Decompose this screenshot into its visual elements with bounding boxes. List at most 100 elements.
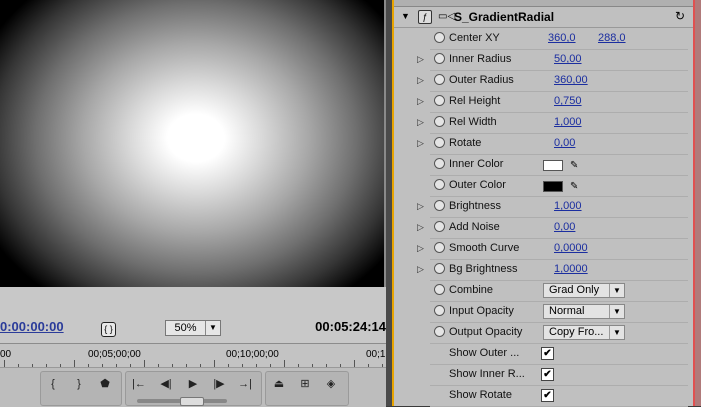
param-row: Input Opacity Normal ▼ bbox=[394, 301, 693, 323]
chevron-down-icon: ▼ bbox=[205, 321, 220, 335]
param-row: Show Outer ... ✔ bbox=[394, 343, 693, 365]
stopwatch-icon[interactable] bbox=[434, 137, 445, 148]
program-monitor: 0:00:00:00 { } 50% ▼ 00:05:24:14 00 00;0… bbox=[0, 0, 386, 407]
param-row: Combine Grad Only ▼ bbox=[394, 280, 693, 302]
expand-triangle-icon[interactable]: ▷ bbox=[417, 201, 424, 212]
param-select[interactable]: Grad Only ▼ bbox=[543, 283, 625, 298]
param-name: Brightness bbox=[449, 200, 501, 212]
expand-triangle-icon[interactable]: ▷ bbox=[417, 243, 424, 254]
stopwatch-icon[interactable] bbox=[434, 116, 445, 127]
stopwatch-icon[interactable] bbox=[434, 179, 445, 190]
param-name: Show Inner R... bbox=[449, 368, 525, 380]
param-row: ▷ Add Noise 0,00 bbox=[394, 217, 693, 239]
param-name: Show Rotate bbox=[449, 389, 512, 401]
param-row: Outer Color ✎ bbox=[394, 175, 693, 197]
param-row: ▷ Bg Brightness 1,0000 bbox=[394, 259, 693, 281]
expand-triangle-icon[interactable]: ▷ bbox=[417, 222, 424, 233]
go-to-in-icon[interactable]: |← bbox=[128, 373, 150, 395]
expand-triangle-icon[interactable]: ▷ bbox=[417, 138, 424, 149]
stopwatch-icon[interactable] bbox=[434, 305, 445, 316]
go-to-out-icon[interactable]: →| bbox=[234, 373, 256, 395]
current-timecode[interactable]: 0:00:00:00 bbox=[0, 319, 64, 334]
extract-icon[interactable]: ⊞ bbox=[294, 373, 316, 395]
param-name: Outer Color bbox=[449, 179, 506, 191]
lift-icon[interactable]: ⏏ bbox=[268, 373, 290, 395]
zoom-value: 50% bbox=[174, 322, 197, 334]
collapse-triangle-icon[interactable]: ▼ bbox=[401, 11, 410, 21]
param-value[interactable]: 1,000 bbox=[554, 200, 582, 212]
stopwatch-icon[interactable] bbox=[434, 200, 445, 211]
param-name: Inner Color bbox=[449, 158, 504, 170]
transport-controls: { } ⬟ |← ◀| ▶ |▶ →| ⏏ ⊞ ◈ bbox=[0, 367, 386, 407]
stopwatch-icon[interactable] bbox=[434, 95, 445, 106]
param-value[interactable]: 360,00 bbox=[554, 74, 588, 86]
safe-margins-icon[interactable]: { } bbox=[101, 322, 116, 337]
param-name: Outer Radius bbox=[449, 74, 514, 86]
param-name: Bg Brightness bbox=[449, 263, 518, 275]
jog-handle[interactable] bbox=[180, 397, 204, 406]
play-icon[interactable]: ▶ bbox=[182, 373, 204, 395]
param-checkbox[interactable]: ✔ bbox=[541, 347, 554, 360]
ruler-label: 00 bbox=[0, 349, 12, 360]
param-name: Center XY bbox=[449, 32, 500, 44]
expand-triangle-icon[interactable]: ▷ bbox=[417, 75, 424, 86]
chevron-down-icon: ▼ bbox=[609, 284, 624, 297]
param-row: ▷ Rotate 0,00 bbox=[394, 133, 693, 155]
stopwatch-icon[interactable] bbox=[434, 284, 445, 295]
video-preview[interactable] bbox=[0, 0, 384, 287]
color-swatch[interactable] bbox=[543, 160, 563, 171]
expand-triangle-icon[interactable]: ▷ bbox=[417, 96, 424, 107]
param-name: Output Opacity bbox=[449, 326, 523, 338]
timeline-edge bbox=[693, 0, 701, 406]
select-value: Copy Fro... bbox=[549, 326, 604, 338]
param-value-y[interactable]: 288,0 bbox=[598, 32, 626, 44]
param-name: Show Outer ... bbox=[449, 347, 520, 359]
param-select[interactable]: Copy Fro... ▼ bbox=[543, 325, 625, 340]
fx-toggle-icon[interactable]: ƒ bbox=[418, 10, 432, 24]
param-row: Inner Color ✎ bbox=[394, 154, 693, 176]
expand-triangle-icon[interactable]: ▷ bbox=[417, 117, 424, 128]
param-row: Show Rotate ✔ bbox=[394, 385, 693, 407]
camera-icon: ▭◁ bbox=[438, 11, 456, 22]
param-row: ▷ Inner Radius 50,00 bbox=[394, 49, 693, 71]
eyedropper-icon[interactable]: ✎ bbox=[570, 181, 578, 192]
chevron-down-icon: ▼ bbox=[609, 326, 624, 339]
expand-triangle-icon[interactable]: ▷ bbox=[417, 264, 424, 275]
stopwatch-icon[interactable] bbox=[434, 263, 445, 274]
chevron-down-icon: ▼ bbox=[609, 305, 624, 318]
param-value[interactable]: 1,000 bbox=[554, 116, 582, 128]
param-value[interactable]: 0,00 bbox=[554, 221, 575, 233]
stopwatch-icon[interactable] bbox=[434, 326, 445, 337]
marker-icon[interactable]: ⬟ bbox=[94, 373, 116, 395]
param-checkbox[interactable]: ✔ bbox=[541, 368, 554, 381]
set-in-icon[interactable]: { bbox=[42, 373, 64, 395]
param-value-x[interactable]: 360,0 bbox=[548, 32, 576, 44]
param-value[interactable]: 1,0000 bbox=[554, 263, 588, 275]
reset-icon[interactable]: ↻ bbox=[675, 9, 685, 23]
set-out-icon[interactable]: } bbox=[68, 373, 90, 395]
stopwatch-icon[interactable] bbox=[434, 221, 445, 232]
param-value[interactable]: 50,00 bbox=[554, 53, 582, 65]
eyedropper-icon[interactable]: ✎ bbox=[570, 160, 578, 171]
effect-header[interactable]: ▼ ƒ ▭◁ S_GradientRadial ↻ bbox=[394, 7, 693, 28]
stopwatch-icon[interactable] bbox=[434, 53, 445, 64]
color-swatch[interactable] bbox=[543, 181, 563, 192]
param-checkbox[interactable]: ✔ bbox=[541, 389, 554, 402]
param-value[interactable]: 0,00 bbox=[554, 137, 575, 149]
ruler-label: 00;10;00;00 bbox=[226, 349, 279, 360]
zoom-select[interactable]: 50% ▼ bbox=[165, 320, 221, 336]
export-frame-icon[interactable]: ◈ bbox=[320, 373, 342, 395]
param-value[interactable]: 0,0000 bbox=[554, 242, 588, 254]
expand-triangle-icon[interactable]: ▷ bbox=[417, 54, 424, 65]
param-row: Output Opacity Copy Fro... ▼ bbox=[394, 322, 693, 344]
time-ruler[interactable]: 00 00;05;00;00 00;10;00;00 00;1 bbox=[0, 343, 386, 368]
stopwatch-icon[interactable] bbox=[434, 158, 445, 169]
radial-gradient-preview bbox=[0, 0, 384, 287]
param-value[interactable]: 0,750 bbox=[554, 95, 582, 107]
stopwatch-icon[interactable] bbox=[434, 242, 445, 253]
step-back-icon[interactable]: ◀| bbox=[155, 373, 177, 395]
stopwatch-icon[interactable] bbox=[434, 74, 445, 85]
stopwatch-icon[interactable] bbox=[434, 32, 445, 43]
step-forward-icon[interactable]: |▶ bbox=[208, 373, 230, 395]
param-select[interactable]: Normal ▼ bbox=[543, 304, 625, 319]
